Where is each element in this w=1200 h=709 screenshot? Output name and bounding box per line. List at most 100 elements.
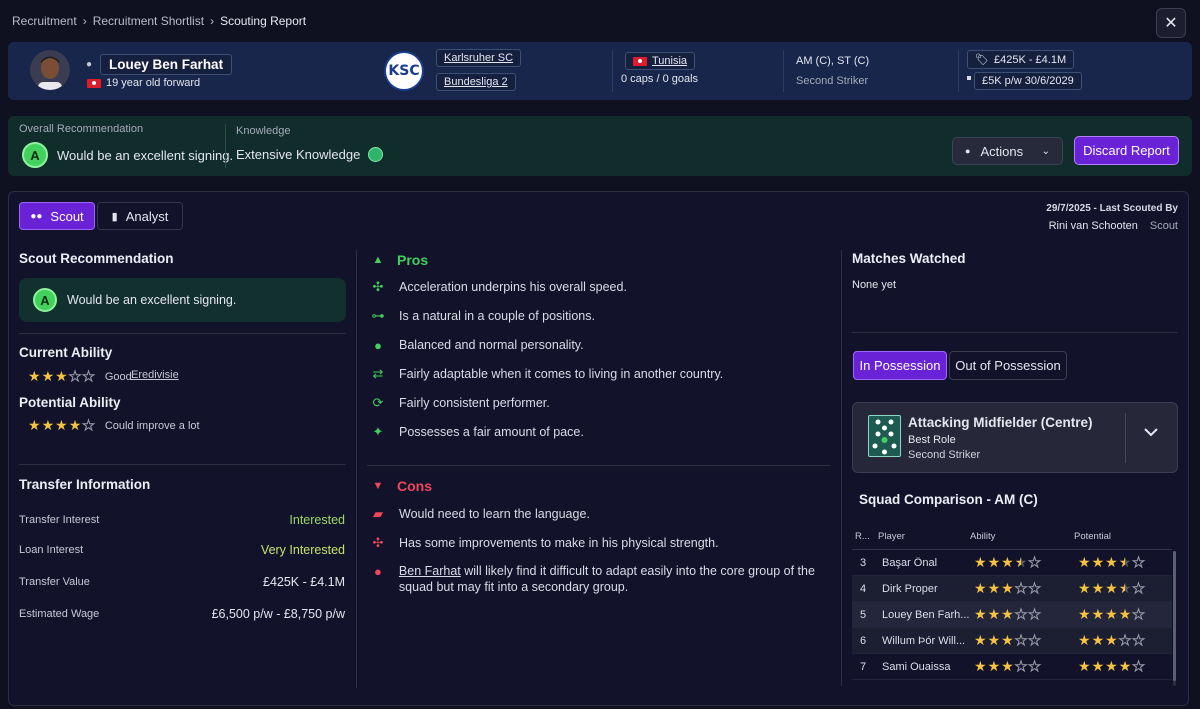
star-full-icon: ★ [974, 606, 987, 622]
star-empty-icon: ★ [1014, 606, 1028, 623]
player-cell[interactable]: Dirk Proper [878, 583, 974, 595]
star-full-icon: ★ [1001, 658, 1014, 674]
club-link[interactable]: Karlsruher SC [436, 49, 522, 67]
cons-header: ▼ Cons [369, 477, 432, 495]
player-name-row: ● Louey Ben Farhat [86, 54, 233, 75]
table-row[interactable]: 3 Başar Önal ★ ★ ★ ★ ★ ★ ★ ★ ★ ★ [852, 550, 1172, 576]
transfer-row-label: Loan Interest [19, 544, 84, 556]
tab-analyst[interactable]: ▮ Analyst [97, 202, 183, 230]
tab-scout-label: Scout [50, 208, 84, 224]
tab-analyst-label: Analyst [125, 208, 169, 224]
divider [783, 50, 784, 92]
star-empty-icon: ★ [68, 368, 82, 385]
star-empty-icon: ★ [1014, 632, 1028, 649]
col-potential[interactable]: Potential [1074, 531, 1111, 542]
star-full-icon: ★ [987, 632, 1001, 648]
star-empty-icon: ★ [1028, 632, 1042, 649]
star-full-icon: ★ [1091, 554, 1105, 570]
pro-item: ⊶ Is a natural in a couple of positions. [369, 307, 829, 325]
col-ability[interactable]: Ability [970, 531, 1074, 542]
star-full-icon: ★ [41, 417, 55, 433]
table-row[interactable]: 4 Dirk Proper ★ ★ ★ ★ ★ ★ ★ ★ ★ ★ [852, 576, 1172, 602]
club-badge-icon[interactable]: KSC [384, 51, 424, 91]
star-empty-icon: ★ [82, 368, 96, 385]
role-title: Attacking Midfielder (Centre) [908, 415, 1093, 430]
transfer-info-title: Transfer Information [19, 477, 151, 492]
transfer-row: Transfer Interest Interested [19, 505, 345, 535]
player-cell[interactable]: Willum Þór Will... [878, 635, 974, 647]
star-half-icon: ★ [1118, 580, 1132, 596]
scrollbar-thumb[interactable] [1173, 551, 1176, 681]
divider [225, 124, 226, 168]
player-age-position: 19 year old forward [106, 77, 201, 89]
chevron-right-icon: › [82, 14, 87, 28]
player-cell[interactable]: Başar Önal [878, 557, 974, 569]
divider [958, 50, 959, 92]
breadcrumb-current: Scouting Report [220, 14, 307, 28]
potential-stars: ★ ★ ★ ★ ★ [1078, 606, 1145, 623]
divider [367, 465, 830, 466]
star-full-icon: ★ [1091, 632, 1105, 648]
star-full-icon: ★ [1078, 658, 1091, 674]
chevron-down-icon[interactable] [1143, 425, 1159, 443]
potential-ability-row: ★ ★ ★ ★ ★ Could improve a lot [28, 417, 200, 434]
acceleration-icon: ✣ [372, 279, 384, 294]
breadcrumb-shortlist[interactable]: Recruitment Shortlist [93, 14, 204, 28]
player-age-row: 19 year old forward [87, 77, 200, 89]
role-card[interactable]: Attacking Midfielder (Centre) Best Role … [852, 402, 1178, 473]
thumbs-up-icon: ▲ [372, 254, 384, 266]
nation-link[interactable]: Tunisia [625, 52, 696, 70]
pace-icon: ✦ [372, 424, 384, 439]
grade-badge: A [33, 288, 57, 312]
squad-comparison-title: Squad Comparison - AM (C) [859, 492, 1038, 507]
table-row[interactable]: 5 Louey Ben Farh... ★ ★ ★ ★ ★ ★ ★ ★ ★ ★ [852, 602, 1172, 628]
table-row[interactable]: 7 Sami Ouaissa ★ ★ ★ ★ ★ ★ ★ ★ ★ ★ [852, 654, 1172, 680]
scout-recommendation-text: Would be an excellent signing. [67, 293, 237, 307]
star-empty-icon: ★ [1132, 632, 1146, 649]
actions-button[interactable]: ● Actions ⌄ [952, 137, 1063, 165]
ability-stars: ★ ★ ★ ★ ★ [974, 658, 1078, 675]
potential-ability-stars: ★ ★ ★ ★ ★ [28, 417, 95, 434]
divider [356, 250, 357, 688]
price-tag-icon: 🏷 [975, 54, 989, 66]
col-player[interactable]: Player [878, 531, 970, 542]
pro-text: Fairly adaptable when it comes to living… [399, 367, 724, 381]
league-link[interactable]: Eredivisie [131, 369, 179, 381]
tab-scout[interactable]: ●● Scout [19, 202, 95, 230]
player-name[interactable]: Louey Ben Farhat [100, 54, 233, 75]
cons-list: ▰ Would need to learn the language. ✣ Has … [369, 505, 831, 595]
wage-contract: £5K p/w 30/6/2029 [974, 72, 1082, 90]
chevron-down-icon: ⌄ [1041, 145, 1050, 157]
close-button[interactable]: ✕ [1156, 8, 1186, 38]
col-rank[interactable]: R... [852, 531, 878, 542]
star-empty-icon: ★ [1028, 606, 1042, 623]
scout-name[interactable]: Rini van Schooten [1049, 220, 1138, 232]
player-cell[interactable]: Louey Ben Farh... [878, 609, 974, 621]
potential-stars: ★ ★ ★ ★ ★ [1078, 554, 1145, 571]
player-cell[interactable]: Sami Ouaissa [878, 661, 974, 673]
pro-item: ● Balanced and normal personality. [369, 336, 829, 354]
league-link[interactable]: Bundesliga 2 [436, 73, 516, 91]
current-ability-text: Good [104, 370, 132, 383]
player-link[interactable]: Ben Farhat [399, 564, 461, 578]
star-full-icon: ★ [68, 417, 82, 433]
contract-icon [967, 76, 971, 80]
person-icon: ● [86, 59, 93, 70]
star-full-icon: ★ [28, 417, 41, 433]
value-range: £425K - £4.1M [993, 53, 1067, 66]
star-full-icon: ★ [974, 554, 987, 570]
pitch-position-icon [868, 415, 901, 457]
discard-report-button[interactable]: Discard Report [1074, 136, 1179, 165]
ability-stars: ★ ★ ★ ★ ★ [974, 580, 1078, 597]
tab-out-of-possession[interactable]: Out of Possession [949, 351, 1067, 380]
matches-watched-title: Matches Watched [852, 251, 966, 266]
tab-in-possession[interactable]: In Possession [853, 351, 947, 380]
ability-stars: ★ ★ ★ ★ ★ [974, 554, 1078, 571]
cons-title: Cons [397, 478, 432, 494]
table-row[interactable]: 6 Willum Þór Will... ★ ★ ★ ★ ★ ★ ★ ★ ★ ★ [852, 628, 1172, 654]
potential-stars: ★ ★ ★ ★ ★ [1078, 658, 1145, 675]
star-empty-icon: ★ [1132, 658, 1146, 675]
strength-icon: ✣ [372, 535, 384, 550]
role-sub-name: Second Striker [908, 449, 981, 461]
breadcrumb-recruitment[interactable]: Recruitment [12, 14, 77, 28]
